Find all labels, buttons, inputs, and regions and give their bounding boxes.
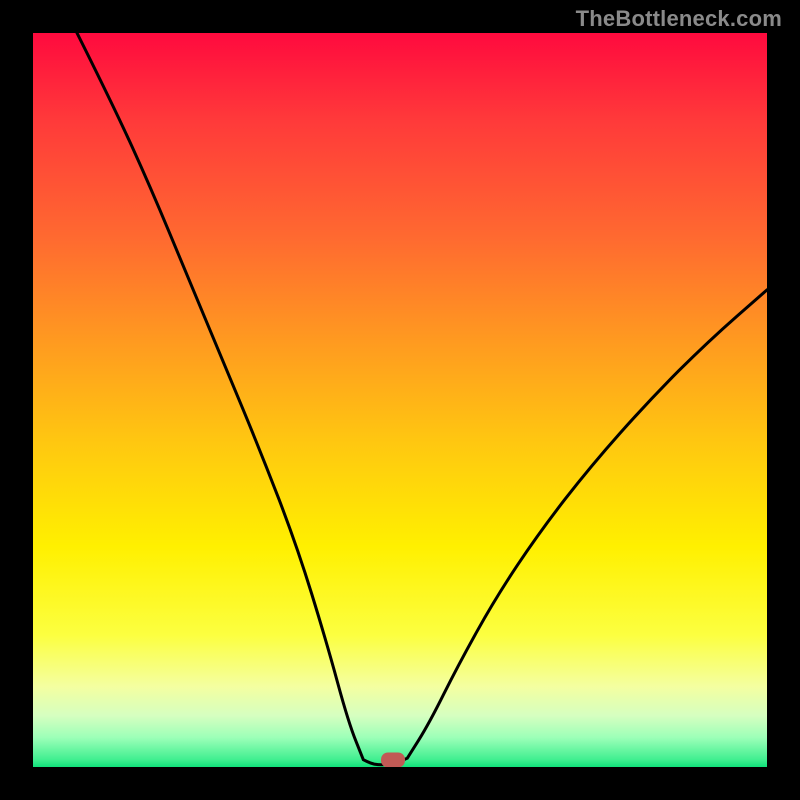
curve-layer xyxy=(33,33,767,767)
bottleneck-curve xyxy=(77,33,767,765)
watermark-text: TheBottleneck.com xyxy=(576,6,782,32)
optimum-marker xyxy=(381,752,405,767)
chart-frame: TheBottleneck.com xyxy=(0,0,800,800)
plot-area xyxy=(33,33,767,767)
